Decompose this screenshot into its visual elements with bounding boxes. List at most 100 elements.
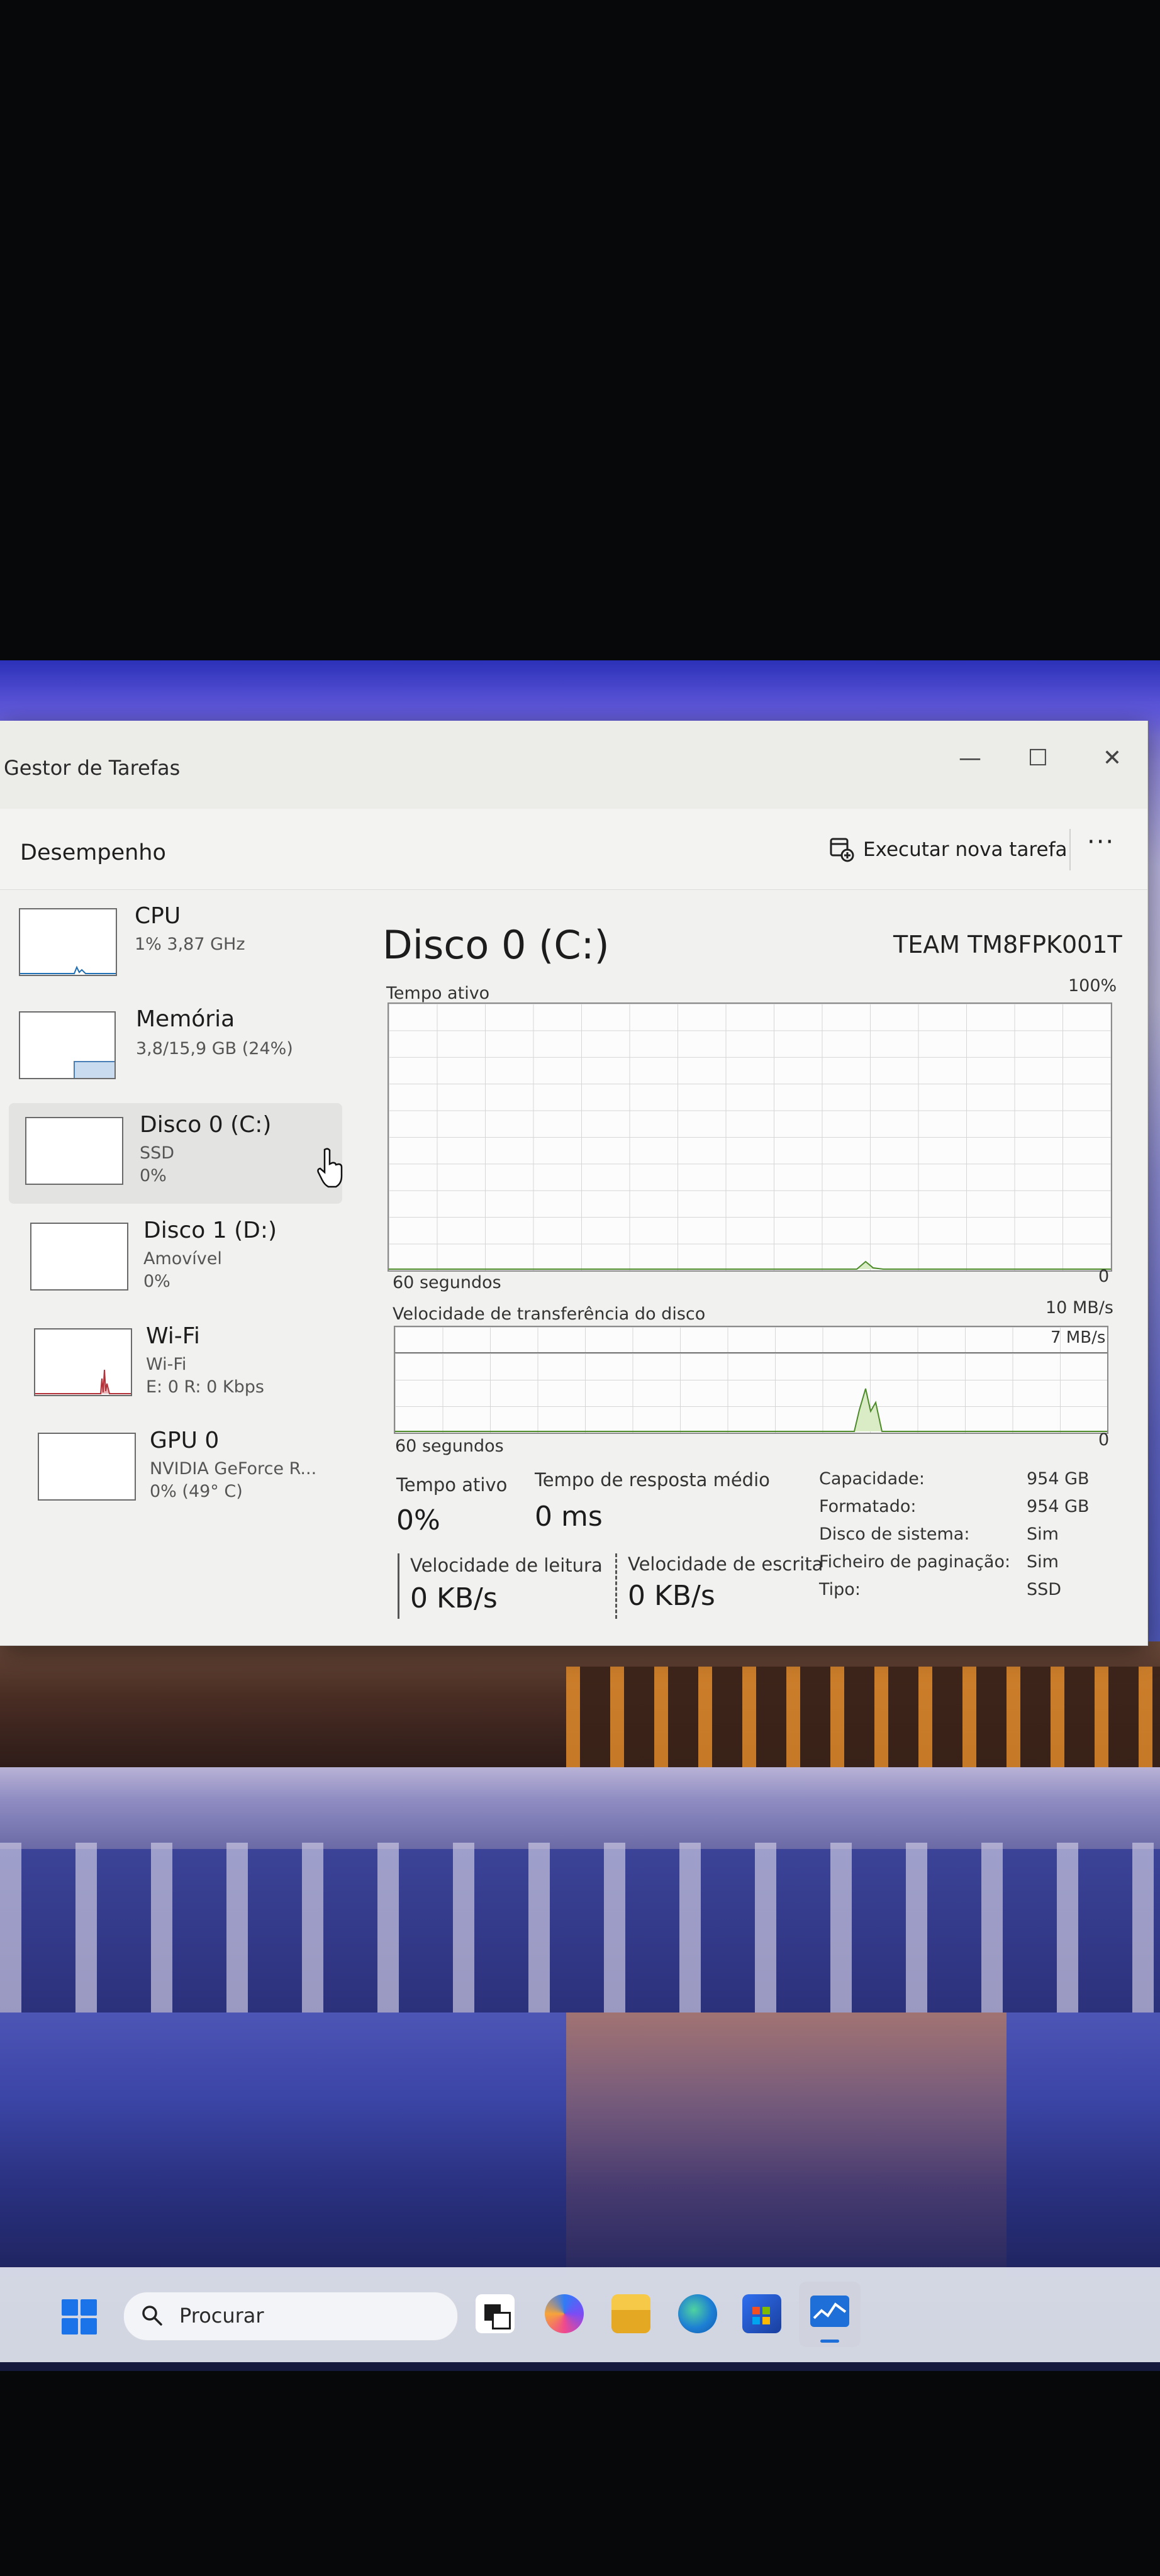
write-speed-label: Velocidade de escrita [628,1553,823,1575]
write-speed-marker [615,1553,617,1619]
read-speed-label: Velocidade de leitura [410,1555,603,1576]
run-new-task-label: Executar nova tarefa [863,838,1068,861]
microsoft-store-icon[interactable] [742,2294,781,2333]
sidebar-item-detail: NVIDIA GeForce R... [150,1459,317,1479]
sidebar-item-wifi[interactable]: Wi-Fi Wi-Fi E: 0 R: 0 Kbps [9,1314,342,1415]
windows-logo-icon-part [81,2299,97,2316]
disk-1-thumbnail-graph [30,1223,128,1291]
active-time-graph-max: 100% [1068,976,1117,996]
store-tile-icon [762,2317,770,2324]
windows-logo-icon-part [62,2318,78,2334]
page-title: Desempenho [20,840,166,865]
active-time-graph-min: 0 [1098,1267,1110,1286]
transfer-graph-min: 0 [1098,1430,1110,1450]
response-time-stat-label: Tempo de resposta médio [535,1469,770,1491]
active-time-stat-label: Tempo ativo [396,1474,508,1496]
new-task-icon [830,838,854,862]
file-explorer-icon[interactable] [611,2294,650,2333]
hand-cursor-icon [317,1148,343,1188]
property-value: SSD [1027,1580,1062,1599]
property-label: Tipo: [819,1580,861,1599]
sidebar-item-name: Disco 1 (D:) [143,1218,277,1243]
page-header: Desempenho Executar nova tarefa ··· [0,809,1147,890]
memory-usage-fill [74,1061,114,1078]
edge-browser-icon[interactable] [678,2294,717,2333]
sidebar-item-disk-0[interactable]: Disco 0 (C:) SSD 0% [9,1103,343,1204]
sidebar-item-name: Memória [136,1006,235,1032]
close-button[interactable]: ✕ [1087,740,1137,777]
sidebar-item-disk-1[interactable]: Disco 1 (D:) Amovível 0% [9,1209,342,1309]
sidebar-item-detail: SSD [140,1143,175,1163]
taskbar-search-box[interactable]: Procurar [123,2292,458,2341]
performance-graph-icon [813,2302,847,2319]
property-label: Formatado: [819,1497,917,1516]
property-label: Capacidade: [819,1469,925,1489]
property-value: 954 GB [1027,1469,1090,1489]
transfer-rate-graph: 7 MB/s [394,1326,1108,1434]
property-value: Sim [1027,1524,1059,1544]
minimize-button[interactable]: — [945,740,995,777]
wallpaper-water-reflection [566,2012,1007,2302]
task-view-icon[interactable] [476,2294,515,2333]
sidebar-item-name: GPU 0 [150,1428,220,1453]
memory-thumbnail-graph [19,1011,116,1079]
wallpaper-bridge-deck [0,1767,1160,1849]
sidebar-item-name: Wi-Fi [146,1323,200,1349]
sidebar-item-detail: Amovível [143,1249,222,1269]
sidebar-item-usage: E: 0 R: 0 Kbps [146,1377,264,1397]
search-placeholder: Procurar [179,2304,264,2328]
property-value: Sim [1027,1552,1059,1572]
sidebar-item-detail: 1% 3,87 GHz [135,935,245,954]
transfer-graph-label: Velocidade de transferência do disco [393,1304,706,1324]
read-speed-value: 0 KB/s [410,1582,498,1614]
more-options-button[interactable]: ··· [1087,828,1115,857]
wifi-thumbnail-graph [34,1328,132,1396]
task-manager-app-icon [810,2296,849,2327]
active-time-line [389,1260,1111,1270]
task-manager-window: Gestor de Tarefas — ☐ ✕ Desempenho Execu… [0,721,1148,1646]
read-speed-marker [398,1553,399,1619]
windows-logo-icon [62,2299,78,2316]
store-tile-icon [762,2307,770,2314]
write-speed-value: 0 KB/s [628,1580,715,1612]
wallpaper-bridge-pillars [0,1843,1160,2031]
sidebar-item-memory[interactable]: Memória 3,8/15,9 GB (24%) [9,997,342,1098]
property-label: Disco de sistema: [819,1524,970,1544]
task-manager-taskbar-button[interactable] [799,2282,861,2347]
performance-sidebar: CPU 1% 3,87 GHz Memória 3,8/15,9 GB (24%… [0,889,352,1644]
active-time-graph [388,1002,1112,1272]
active-time-graph-duration: 60 segundos [393,1273,501,1292]
sidebar-item-name: Disco 0 (C:) [140,1112,272,1138]
transfer-graph-duration: 60 segundos [395,1436,504,1456]
wifi-sparkline [35,1369,131,1394]
active-time-stat-value: 0% [396,1504,440,1536]
sidebar-item-detail: 3,8/15,9 GB (24%) [136,1039,293,1058]
response-time-stat-value: 0 ms [535,1501,603,1533]
start-button[interactable] [62,2299,98,2336]
cpu-sparkline [20,965,116,974]
title-bar[interactable]: Gestor de Tarefas — ☐ ✕ [0,721,1147,809]
header-divider [1069,829,1071,870]
sidebar-item-usage: 0% [143,1272,170,1291]
disk-title: Disco 0 (C:) [382,922,610,968]
property-value: 954 GB [1027,1497,1090,1516]
transfer-graph-max: 10 MB/s [1046,1298,1113,1318]
sidebar-item-name: CPU [135,903,181,929]
store-tile-icon [752,2317,760,2324]
sidebar-item-cpu[interactable]: CPU 1% 3,87 GHz [9,894,342,995]
sidebar-item-detail: Wi-Fi [146,1355,187,1374]
store-tile-icon [752,2307,760,2314]
cpu-thumbnail-graph [19,908,117,976]
maximize-button[interactable]: ☐ [1013,740,1063,777]
sidebar-item-usage: 0% (49° C) [150,1482,243,1501]
sidebar-item-gpu-0[interactable]: GPU 0 NVIDIA GeForce R... 0% (49° C) [9,1419,342,1519]
windows-logo-icon-part [81,2318,97,2334]
disk-0-thumbnail-graph [25,1117,123,1185]
property-label: Ficheiro de paginação: [819,1552,1011,1572]
search-icon [142,2306,162,2326]
taskbar: Procurar [0,2267,1160,2362]
run-new-task-button[interactable]: Executar nova tarefa [829,834,1068,865]
sidebar-item-usage: 0% [140,1166,167,1185]
copilot-icon[interactable] [545,2294,584,2333]
transfer-rate-line [395,1388,1107,1432]
